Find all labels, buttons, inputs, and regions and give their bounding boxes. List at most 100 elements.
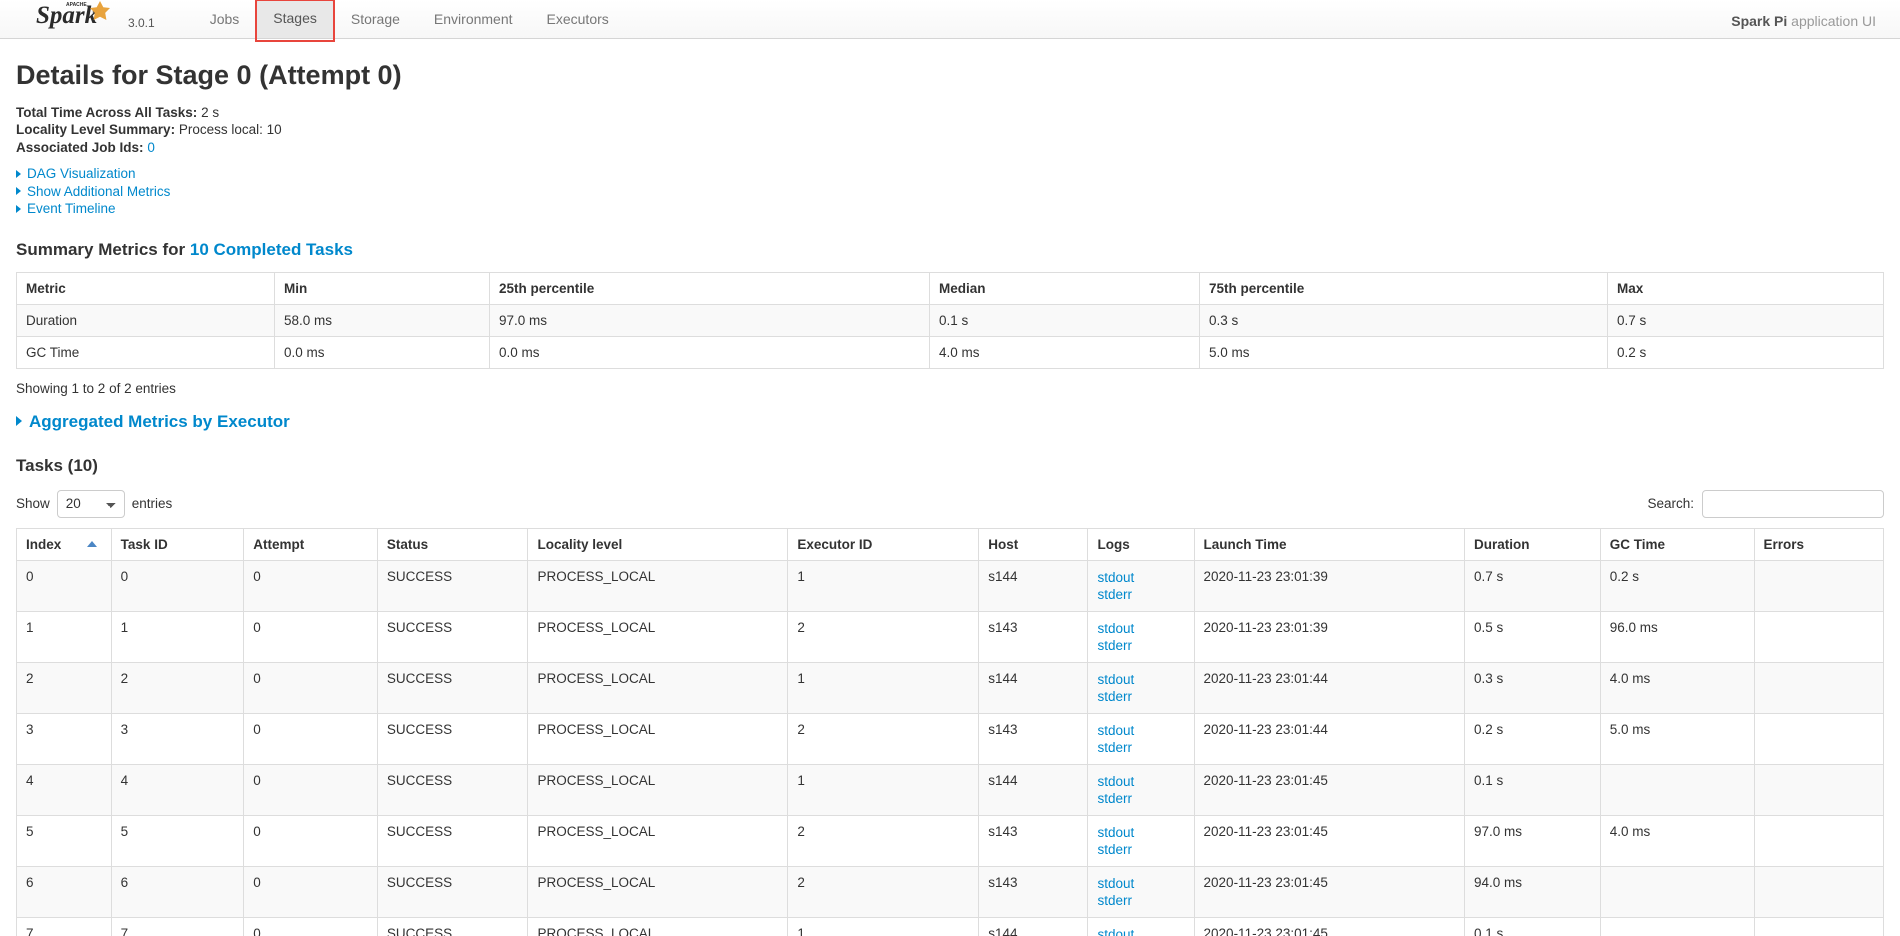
task-cell-errors — [1753, 610, 1885, 663]
tab-storage[interactable]: Storage — [334, 0, 417, 38]
summary-col-75th[interactable]: 75th percentile — [1199, 271, 1608, 305]
task-cell-logs: stdoutstderr — [1087, 712, 1195, 765]
task-cell-index: 6 — [16, 865, 112, 918]
summary-cell-max: 0.7 s — [1607, 303, 1884, 337]
tab-jobs[interactable]: Jobs — [193, 0, 257, 38]
meta-total-time-label: Total Time Across All Tasks: — [16, 104, 198, 120]
task-cell-gc-time — [1599, 916, 1755, 936]
tasks-col-launch-time[interactable]: Launch Time — [1193, 527, 1465, 561]
tasks-col-host[interactable]: Host — [978, 527, 1089, 561]
task-cell-status: SUCCESS — [376, 661, 529, 714]
log-link-stderr[interactable]: stderr — [1097, 841, 1185, 858]
task-cell-status: SUCCESS — [376, 559, 529, 612]
task-cell-gc-time: 4.0 ms — [1599, 814, 1755, 867]
task-cell-index: 0 — [16, 559, 112, 612]
summary-col-metric[interactable]: Metric — [16, 271, 275, 305]
meta-total-time: Total Time Across All Tasks: 2 s — [16, 105, 1884, 122]
log-link-stdout[interactable]: stdout — [1097, 620, 1185, 637]
tasks-col-logs[interactable]: Logs — [1087, 527, 1195, 561]
tasks-col-gc-time[interactable]: GC Time — [1599, 527, 1755, 561]
task-cell-gc-time: 96.0 ms — [1599, 610, 1755, 663]
meta-locality-summary: Locality Level Summary: Process local: 1… — [16, 122, 1884, 139]
tasks-col-status[interactable]: Status — [376, 527, 529, 561]
summary-header-row: Metric Min 25th percentile Median 75th p… — [16, 271, 1884, 305]
task-cell-duration: 94.0 ms — [1463, 865, 1601, 918]
associated-job-id-link[interactable]: 0 — [147, 140, 155, 155]
log-link-stderr[interactable]: stderr — [1097, 892, 1185, 909]
page-content: Details for Stage 0 (Attempt 0) Total Ti… — [0, 60, 1900, 936]
log-link-stdout[interactable]: stdout — [1097, 722, 1185, 739]
summary-col-min[interactable]: Min — [274, 271, 490, 305]
tasks-col-attempt[interactable]: Attempt — [243, 527, 378, 561]
show-additional-metrics-toggle[interactable]: Show Additional Metrics — [16, 184, 1884, 201]
top-navbar: Spark APACHE 3.0.1 Jobs Stages Storage E… — [0, 0, 1900, 42]
task-cell-status: SUCCESS — [376, 610, 529, 663]
task-cell-duration: 0.3 s — [1463, 661, 1601, 714]
task-cell-status: SUCCESS — [376, 712, 529, 765]
event-timeline-toggle[interactable]: Event Timeline — [16, 201, 1884, 218]
task-cell-launch-time: 2020-11-23 23:01:45 — [1193, 763, 1465, 816]
summary-cell-min: 58.0 ms — [274, 303, 490, 337]
log-link-stderr[interactable]: stderr — [1097, 637, 1185, 654]
task-cell-logs: stdoutstderr — [1087, 814, 1195, 867]
page-title: Details for Stage 0 (Attempt 0) — [16, 60, 402, 90]
log-link-stdout[interactable]: stdout — [1097, 926, 1185, 936]
dag-visualization-toggle[interactable]: DAG Visualization — [16, 166, 1884, 183]
spark-version: 3.0.1 — [128, 16, 155, 30]
summary-col-median[interactable]: Median — [929, 271, 1200, 305]
table-row: Duration 58.0 ms 97.0 ms 0.1 s 0.3 s 0.7… — [16, 303, 1884, 337]
task-cell-attempt: 0 — [243, 712, 378, 765]
task-cell-gc-time: 4.0 ms — [1599, 661, 1755, 714]
table-row: 0 0 0 SUCCESS PROCESS_LOCAL 1 s144 stdout stderr… — [16, 559, 1885, 612]
summary-metrics-thead: Metric Min 25th percentile Median 75th p… — [16, 271, 1884, 305]
summary-cell-min: 0.0 ms — [274, 335, 490, 369]
task-cell-attempt: 0 — [243, 559, 378, 612]
log-link-stdout[interactable]: stdout — [1097, 824, 1185, 841]
task-cell-gc-time — [1599, 865, 1755, 918]
tasks-col-errors[interactable]: Errors — [1753, 527, 1885, 561]
tasks-col-executor-id[interactable]: Executor ID — [787, 527, 980, 561]
summary-metrics-table-wrap: Metric Min 25th percentile Median 75th p… — [16, 271, 1884, 369]
summary-col-max[interactable]: Max — [1607, 271, 1884, 305]
tasks-col-task-id[interactable]: Task ID — [110, 527, 245, 561]
task-cell-status: SUCCESS — [376, 814, 529, 867]
task-cell-launch-time: 2020-11-23 23:01:45 — [1193, 865, 1465, 918]
summary-col-25th[interactable]: 25th percentile — [489, 271, 930, 305]
search-input[interactable] — [1702, 489, 1884, 518]
spark-logo-link[interactable]: Spark APACHE 3.0.1 — [36, 0, 155, 38]
task-cell-errors — [1753, 763, 1885, 816]
task-cell-duration: 0.5 s — [1463, 610, 1601, 663]
tasks-col-duration[interactable]: Duration — [1463, 527, 1601, 561]
tasks-col-index[interactable]: Index — [16, 527, 112, 561]
log-link-stderr[interactable]: stderr — [1097, 790, 1185, 807]
completed-tasks-link[interactable]: 10 Completed Tasks — [190, 240, 353, 259]
tab-executors[interactable]: Executors — [530, 0, 626, 38]
log-link-stdout[interactable]: stdout — [1097, 875, 1185, 892]
page-length-select[interactable]: 204060100 — [56, 489, 125, 518]
tasks-tbody: 0 0 0 SUCCESS PROCESS_LOCAL 1 s144 stdout stderr… — [16, 559, 1885, 936]
task-cell-host: s144 — [978, 661, 1089, 714]
task-cell-host: s144 — [978, 916, 1089, 936]
task-cell-attempt: 0 — [243, 661, 378, 714]
log-link-stdout[interactable]: stdout — [1097, 671, 1185, 688]
task-cell-task-id: 7 — [110, 916, 245, 936]
show-label: Show — [16, 496, 50, 512]
aggregated-metrics-label: Aggregated Metrics by Executor — [29, 411, 290, 431]
table-row: 2 2 0 SUCCESS PROCESS_LOCAL 1 s144 stdout stderr… — [16, 661, 1885, 714]
task-cell-launch-time: 2020-11-23 23:01:39 — [1193, 610, 1465, 663]
task-cell-gc-time: 0.2 s — [1599, 559, 1755, 612]
task-cell-task-id: 0 — [110, 559, 245, 612]
log-link-stdout[interactable]: stdout — [1097, 773, 1185, 790]
caret-right-icon — [16, 416, 22, 427]
log-link-stderr[interactable]: stderr — [1097, 739, 1185, 756]
aggregated-metrics-toggle[interactable]: Aggregated Metrics by Executor — [16, 412, 1884, 432]
task-cell-executor-id: 2 — [787, 814, 980, 867]
tab-stages[interactable]: Stages — [255, 0, 335, 42]
log-link-stdout[interactable]: stdout — [1097, 569, 1185, 586]
tab-environment[interactable]: Environment — [417, 0, 530, 38]
task-cell-locality-level: PROCESS_LOCAL — [527, 865, 789, 918]
tasks-col-locality-level[interactable]: Locality level — [527, 527, 789, 561]
summary-cell-max: 0.2 s — [1607, 335, 1884, 369]
log-link-stderr[interactable]: stderr — [1097, 688, 1185, 705]
log-link-stderr[interactable]: stderr — [1097, 586, 1185, 603]
